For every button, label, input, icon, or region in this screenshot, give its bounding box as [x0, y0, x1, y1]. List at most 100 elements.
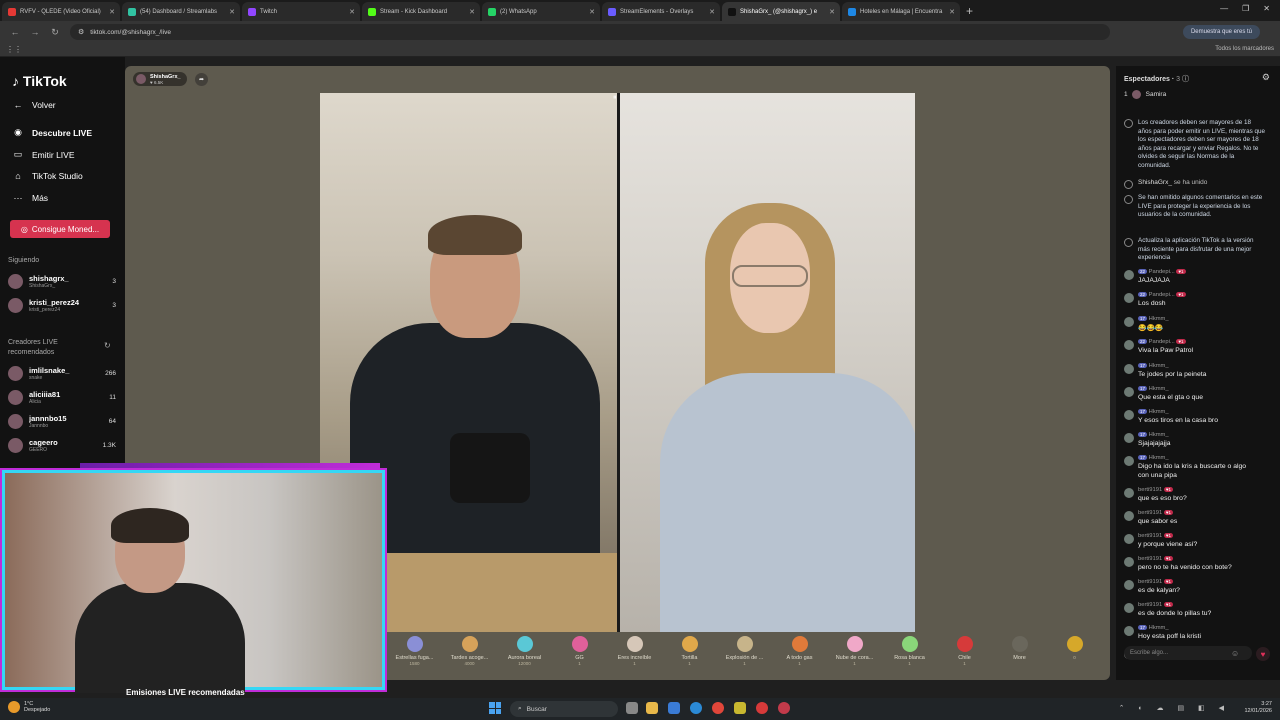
tab-close-icon[interactable]: ✕	[709, 8, 715, 16]
back-icon[interactable]: ←	[10, 27, 20, 37]
coin-balance[interactable]: 0	[1047, 632, 1102, 660]
site-info-icon[interactable]: ⚙	[78, 28, 84, 36]
profile-button[interactable]: Demuestra que eres tú	[1182, 25, 1260, 39]
account-row[interactable]: imlilsnake_ snake 266	[8, 362, 116, 384]
clock[interactable]: 3:27 12/01/2026	[1244, 701, 1272, 715]
tiktok-logo[interactable]: ♪ TikTok	[12, 73, 67, 89]
windows-start-icon[interactable]	[489, 702, 501, 714]
browser-tab[interactable]: Twitch ✕	[242, 2, 360, 21]
top-viewer[interactable]: 1 Samira	[1124, 90, 1166, 99]
chat-username[interactable]: Hkmm_	[1149, 625, 1169, 631]
gift-item[interactable]: Aurora boreal 12000	[497, 632, 552, 666]
chat-username[interactable]: berti9191	[1138, 602, 1162, 608]
emoji-icon[interactable]: ☺	[1231, 649, 1239, 658]
sidebar-item-3[interactable]: ▭ Emitir LIVE	[12, 149, 75, 160]
url-input[interactable]: ⚙ tiktok.com/@shishagrx_/live	[70, 24, 1110, 40]
chat-username[interactable]: Pandepi...	[1149, 339, 1175, 345]
apps-icon[interactable]: ⋮⋮	[6, 45, 22, 54]
chat-username[interactable]: Pandepi...	[1149, 269, 1175, 275]
gift-icon	[846, 636, 863, 652]
chat-username[interactable]: Hkmm_	[1149, 455, 1169, 461]
chat-username[interactable]: berti9191	[1138, 556, 1162, 562]
join-user[interactable]: ShishaGrx_	[1138, 179, 1172, 186]
chat-username[interactable]: Hkmm_	[1149, 316, 1169, 322]
gift-item[interactable]: GG 1	[552, 632, 607, 666]
chat-username[interactable]: Hkmm_	[1149, 432, 1169, 438]
chat-username[interactable]: Pandepi...	[1149, 292, 1175, 298]
gift-item[interactable]: Tortilla 1	[662, 632, 717, 666]
host-info[interactable]: ShishaGrx_ ♥ 6.5K	[133, 72, 187, 86]
account-row[interactable]: cageero GEERO 1.3K	[8, 434, 116, 456]
app-icon-yellow[interactable]	[734, 702, 746, 714]
account-row[interactable]: jannnbo15 Jannnbo 64	[8, 410, 116, 432]
chat-username[interactable]: Hkmm_	[1149, 409, 1169, 415]
get-coins-button[interactable]: ◎ Consigue Moned...	[10, 220, 110, 238]
chat-username[interactable]: Hkmm_	[1149, 386, 1169, 392]
tab-close-icon[interactable]: ✕	[349, 8, 355, 16]
tab-close-icon[interactable]: ✕	[829, 8, 835, 16]
share-icon[interactable]: ➦	[195, 73, 208, 86]
gift-item[interactable]: Nube de cora... 1	[827, 632, 882, 666]
chat-username[interactable]: berti9191	[1138, 487, 1162, 493]
more-gifts-button[interactable]: More	[992, 632, 1047, 661]
chat-username[interactable]: Hkmm_	[1149, 363, 1169, 369]
browser-tab[interactable]: (54) Dashboard / Streamlabs ✕	[122, 2, 240, 21]
refresh-icon[interactable]: ↻	[104, 341, 111, 350]
level-badge: 22	[1138, 292, 1148, 297]
tab-close-icon[interactable]: ✕	[469, 8, 475, 16]
viewers-header[interactable]: Espectadores · 3 ⓘ	[1124, 74, 1189, 84]
gift-item[interactable]: Explosión de ... 1	[717, 632, 772, 666]
tab-close-icon[interactable]: ✕	[949, 8, 955, 16]
tab-close-icon[interactable]: ✕	[589, 8, 595, 16]
sidebar-item-4[interactable]: ⌂ TikTok Studio	[12, 171, 82, 181]
browser-tab[interactable]: Stream - Kick Dashboard ✕	[362, 2, 480, 21]
forward-icon[interactable]: →	[30, 27, 40, 37]
close-icon[interactable]: ✕	[1263, 4, 1270, 13]
store-icon[interactable]	[668, 702, 680, 714]
browser-tab[interactable]: Hoteles en Málaga | Encuentra ✕	[842, 2, 960, 21]
gift-item[interactable]: Tardes acoge... 4000	[442, 632, 497, 666]
settings-icon[interactable]: ⚙	[1262, 72, 1270, 83]
browser-tab[interactable]: ShishaGrx_ (@shishagrx_) e ✕	[722, 2, 840, 21]
chat-username[interactable]: berti9191	[1138, 579, 1162, 585]
chat-username[interactable]: berti9191	[1138, 510, 1162, 516]
file-explorer-icon[interactable]	[646, 702, 658, 714]
gift-item[interactable]: Eres increíble 1	[607, 632, 662, 666]
chrome-icon[interactable]	[712, 702, 724, 714]
new-tab-icon[interactable]: +	[966, 4, 973, 18]
app-icon-record[interactable]	[778, 702, 790, 714]
browser-tab[interactable]: StreamElements - Overlays ✕	[602, 2, 720, 21]
app-icon-red[interactable]	[756, 702, 768, 714]
sidebar-item-2[interactable]: ◉ Descubre LIVE	[12, 127, 92, 138]
viewer-name: Samira	[1145, 91, 1167, 98]
gift-item[interactable]: Estrellas fuga... 1580	[387, 632, 442, 666]
all-bookmarks-link[interactable]: Todos los marcadores	[1215, 46, 1274, 52]
sidebar-item-5[interactable]: ··· Más	[12, 193, 49, 203]
chat-username[interactable]: berti9191	[1138, 533, 1162, 539]
info-icon[interactable]: ⓘ	[1182, 76, 1189, 83]
gift-item[interactable]: Rosa blanca 1	[882, 632, 937, 666]
level-badge: 17	[1138, 386, 1148, 391]
pause-icon[interactable]: ⏸	[613, 94, 617, 102]
gift-item[interactable]: A todo gas 1	[772, 632, 827, 666]
like-heart-icon[interactable]: ♥	[1256, 647, 1270, 661]
taskbar-search[interactable]: ⌕ Buscar	[510, 701, 618, 717]
reload-icon[interactable]: ↻	[50, 27, 60, 38]
system-tray-icons[interactable]: ⌃ ◐ ☁ ▤ ◧ ◀	[1119, 704, 1230, 712]
sidebar-item-1[interactable]: ← Volver	[12, 100, 56, 110]
minimize-icon[interactable]: —	[1220, 4, 1228, 13]
chat-text: Viva la Paw Patrol	[1138, 347, 1194, 354]
browser-tab[interactable]: (2) WhatsApp ✕	[482, 2, 600, 21]
account-row[interactable]: kristi_perez24 kristi_perez24 3	[8, 294, 116, 316]
gift-item[interactable]: Chile 1	[937, 632, 992, 666]
account-row[interactable]: aliciiia81 Alicia 11	[8, 386, 116, 408]
browser-tab[interactable]: RVFV - QLEDE (Video Oficial) ✕	[2, 2, 120, 21]
edge-icon[interactable]	[690, 702, 702, 714]
account-row[interactable]: shishagrx_ ShishaGrx_ 3	[8, 270, 116, 292]
tab-close-icon[interactable]: ✕	[229, 8, 235, 16]
chat-avatar	[1124, 387, 1134, 397]
task-view-icon[interactable]	[626, 702, 638, 714]
maximize-icon[interactable]: ❐	[1242, 4, 1249, 13]
tab-close-icon[interactable]: ✕	[109, 8, 115, 16]
weather-widget[interactable]: 1°C Despejado	[8, 701, 50, 713]
